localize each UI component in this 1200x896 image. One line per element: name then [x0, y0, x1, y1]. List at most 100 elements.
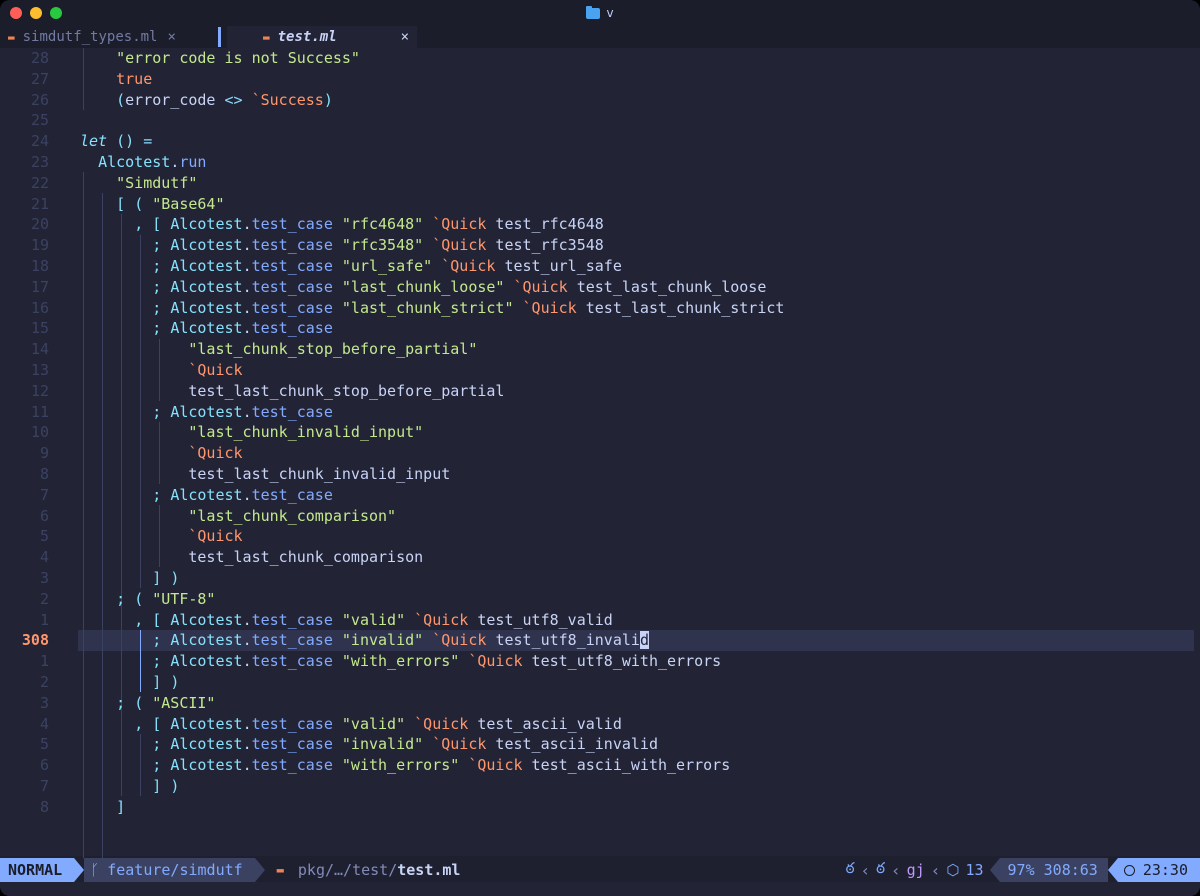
tab-close-icon[interactable]: × — [401, 29, 409, 45]
position-separator — [989, 858, 1000, 882]
code-line[interactable]: 1 ; Alcotest.test_case "with_errors" `Qu… — [0, 651, 1194, 672]
code-line[interactable]: 5 `Quick — [0, 526, 1194, 547]
tab-label: simdutf_types.ml — [22, 29, 158, 45]
folder-icon — [586, 5, 601, 19]
line-number: 3 — [39, 693, 49, 712]
code-text: , [ Alcotest.test_case "valid" `Quick te… — [134, 714, 622, 733]
code-line[interactable]: 23 Alcotest.run — [0, 152, 1194, 173]
code-line[interactable]: 8 test_last_chunk_invalid_input — [0, 464, 1194, 485]
tab-test-ml[interactable]: ▬ test.ml × — [227, 26, 417, 48]
line-number: 5 — [39, 735, 49, 754]
file-path: ▬ pkg/…/test/test.ml — [277, 861, 461, 879]
line-number: 28 — [30, 49, 49, 67]
code-text: ; ( "ASCII" — [116, 693, 216, 712]
code-line[interactable]: 20 , [ Alcotest.test_case "rfc4648" `Qui… — [0, 214, 1194, 235]
tab-bar: ▬ simdutf_types.ml × ▬ test.ml × — [0, 26, 1200, 48]
code-text: , [ Alcotest.test_case "rfc4648" `Quick … — [134, 215, 604, 234]
code-line[interactable]: 3 ] ) — [0, 568, 1194, 589]
code-line[interactable]: 13 `Quick — [0, 360, 1194, 381]
title-bar: v — [0, 0, 1200, 26]
line-number: 2 — [39, 673, 49, 691]
code-line[interactable]: 9 `Quick — [0, 443, 1194, 464]
code-line[interactable]: 6 ; Alcotest.test_case "with_errors" `Qu… — [0, 755, 1194, 776]
file-name: test.ml — [397, 861, 461, 879]
code-line[interactable]: 15 ; Alcotest.test_case — [0, 318, 1194, 339]
code-text: ; ( "UTF-8" — [116, 589, 216, 608]
line-number: 22 — [30, 173, 49, 192]
minimize-window-button[interactable] — [30, 7, 42, 19]
code-line[interactable]: 4 test_last_chunk_comparison — [0, 547, 1194, 568]
line-number: 8 — [39, 797, 49, 816]
code-line[interactable]: 26 (error_code <> `Success) — [0, 90, 1194, 111]
lsp-status: ఠ ‹ ఠ ‹ gj ‹ ⬡ 13 — [840, 859, 990, 881]
line-number: 20 — [30, 215, 49, 234]
tab-simdutf-types[interactable]: ▬ simdutf_types.ml × — [0, 26, 215, 48]
code-line[interactable]: 22 "Simdutf" — [0, 173, 1194, 194]
line-number: 16 — [30, 298, 49, 317]
cursor-position: 97% 308:63 — [999, 858, 1108, 882]
git-branch-icon: ᚴ — [90, 861, 100, 879]
code-line[interactable]: 27 true — [0, 69, 1194, 90]
code-text: ; Alcotest.test_case "url_safe" `Quick t… — [152, 257, 622, 275]
tab-close-icon[interactable]: × — [167, 29, 175, 45]
ocaml-camel-icon: ఠ — [876, 859, 886, 877]
code-line[interactable]: 18 ; Alcotest.test_case "url_safe" `Quic… — [0, 256, 1194, 277]
code-text: ; Alcotest.test_case — [152, 319, 333, 338]
code-line[interactable]: 3 ; ( "ASCII" — [0, 693, 1194, 714]
code-line[interactable]: 12 test_last_chunk_stop_before_partial — [0, 381, 1194, 402]
line-number: 12 — [30, 381, 49, 400]
line-number: 27 — [30, 69, 49, 88]
code-line[interactable]: 4 , [ Alcotest.test_case "valid" `Quick … — [0, 714, 1194, 735]
code-line[interactable]: 1 , [ Alcotest.test_case "valid" `Quick … — [0, 610, 1194, 631]
line-number: 5 — [39, 527, 49, 546]
code-line[interactable]: 7 ; Alcotest.test_case — [0, 485, 1194, 506]
line-number: 4 — [39, 548, 49, 567]
maximize-window-button[interactable] — [50, 7, 62, 19]
code-line[interactable]: 17 ; Alcotest.test_case "last_chunk_loos… — [0, 277, 1194, 298]
code-line[interactable]: 2 ] ) — [0, 672, 1194, 693]
path-prefix: pkg/…/test/ — [297, 861, 398, 879]
code-text: ; Alcotest.test_case "invalid" `Quick te… — [152, 735, 658, 754]
command-line[interactable] — [0, 882, 1200, 896]
code-line[interactable]: 308 ; Alcotest.test_case "invalid" `Quic… — [0, 630, 1194, 651]
code-line[interactable]: 24 let () = — [0, 131, 1194, 152]
code-line[interactable]: 7 ] ) — [0, 776, 1194, 797]
scroll-percent: 97% — [1007, 861, 1035, 879]
code-text: `Quick — [188, 527, 243, 546]
code-line[interactable]: 25 — [0, 110, 1194, 131]
code-text: "last_chunk_comparison" — [188, 506, 397, 525]
code-text: ; Alcotest.test_case "rfc3548" `Quick te… — [152, 236, 604, 255]
code-line[interactable]: 21 [ ( "Base64" — [0, 194, 1194, 215]
code-line[interactable]: 14 "last_chunk_stop_before_partial" — [0, 339, 1194, 360]
code-line[interactable]: 19 ; Alcotest.test_case "rfc3548" `Quick… — [0, 235, 1194, 256]
mode-separator — [74, 858, 85, 882]
code-text: ] — [116, 797, 126, 816]
code-text: ; Alcotest.test_case "last_chunk_loose" … — [152, 277, 767, 296]
code-line[interactable]: 2 ; ( "UTF-8" — [0, 589, 1194, 610]
close-window-button[interactable] — [10, 7, 22, 19]
code-line[interactable]: 10 "last_chunk_invalid_input" — [0, 422, 1194, 443]
line-number: 7 — [39, 485, 49, 504]
code-text: test_last_chunk_comparison — [80, 548, 424, 567]
code-line[interactable]: 28 "error code is not Success" — [0, 48, 1194, 69]
line-number: 14 — [30, 340, 49, 359]
code-text: test_last_chunk_invalid_input — [80, 465, 451, 483]
line-number: 6 — [39, 506, 49, 525]
line-column: 308:63 — [1043, 861, 1098, 879]
line-number: 2 — [39, 589, 49, 608]
code-text: "last_chunk_stop_before_partial" — [188, 340, 478, 359]
code-line[interactable]: 8 ] — [0, 797, 1194, 818]
code-editor[interactable]: 28 "error code is not Success" 27 true 26 … — [0, 48, 1200, 866]
code-text: ] ) — [152, 673, 180, 691]
ocaml-file-icon: ▬ — [276, 863, 284, 877]
chevron-left-icon: ‹ — [930, 860, 941, 880]
code-text: , [ Alcotest.test_case "valid" `Quick te… — [134, 610, 613, 629]
code-line[interactable]: 16 ; Alcotest.test_case "last_chunk_stri… — [0, 298, 1194, 319]
code-line[interactable]: 5 ; Alcotest.test_case "invalid" `Quick … — [0, 734, 1194, 755]
line-number: 13 — [30, 361, 49, 379]
line-number: 9 — [39, 444, 49, 463]
code-line[interactable]: 6 "last_chunk_comparison" — [0, 506, 1194, 527]
line-number: 24 — [30, 132, 49, 151]
code-line[interactable]: 11 ; Alcotest.test_case — [0, 402, 1194, 423]
line-number: 11 — [30, 402, 49, 421]
